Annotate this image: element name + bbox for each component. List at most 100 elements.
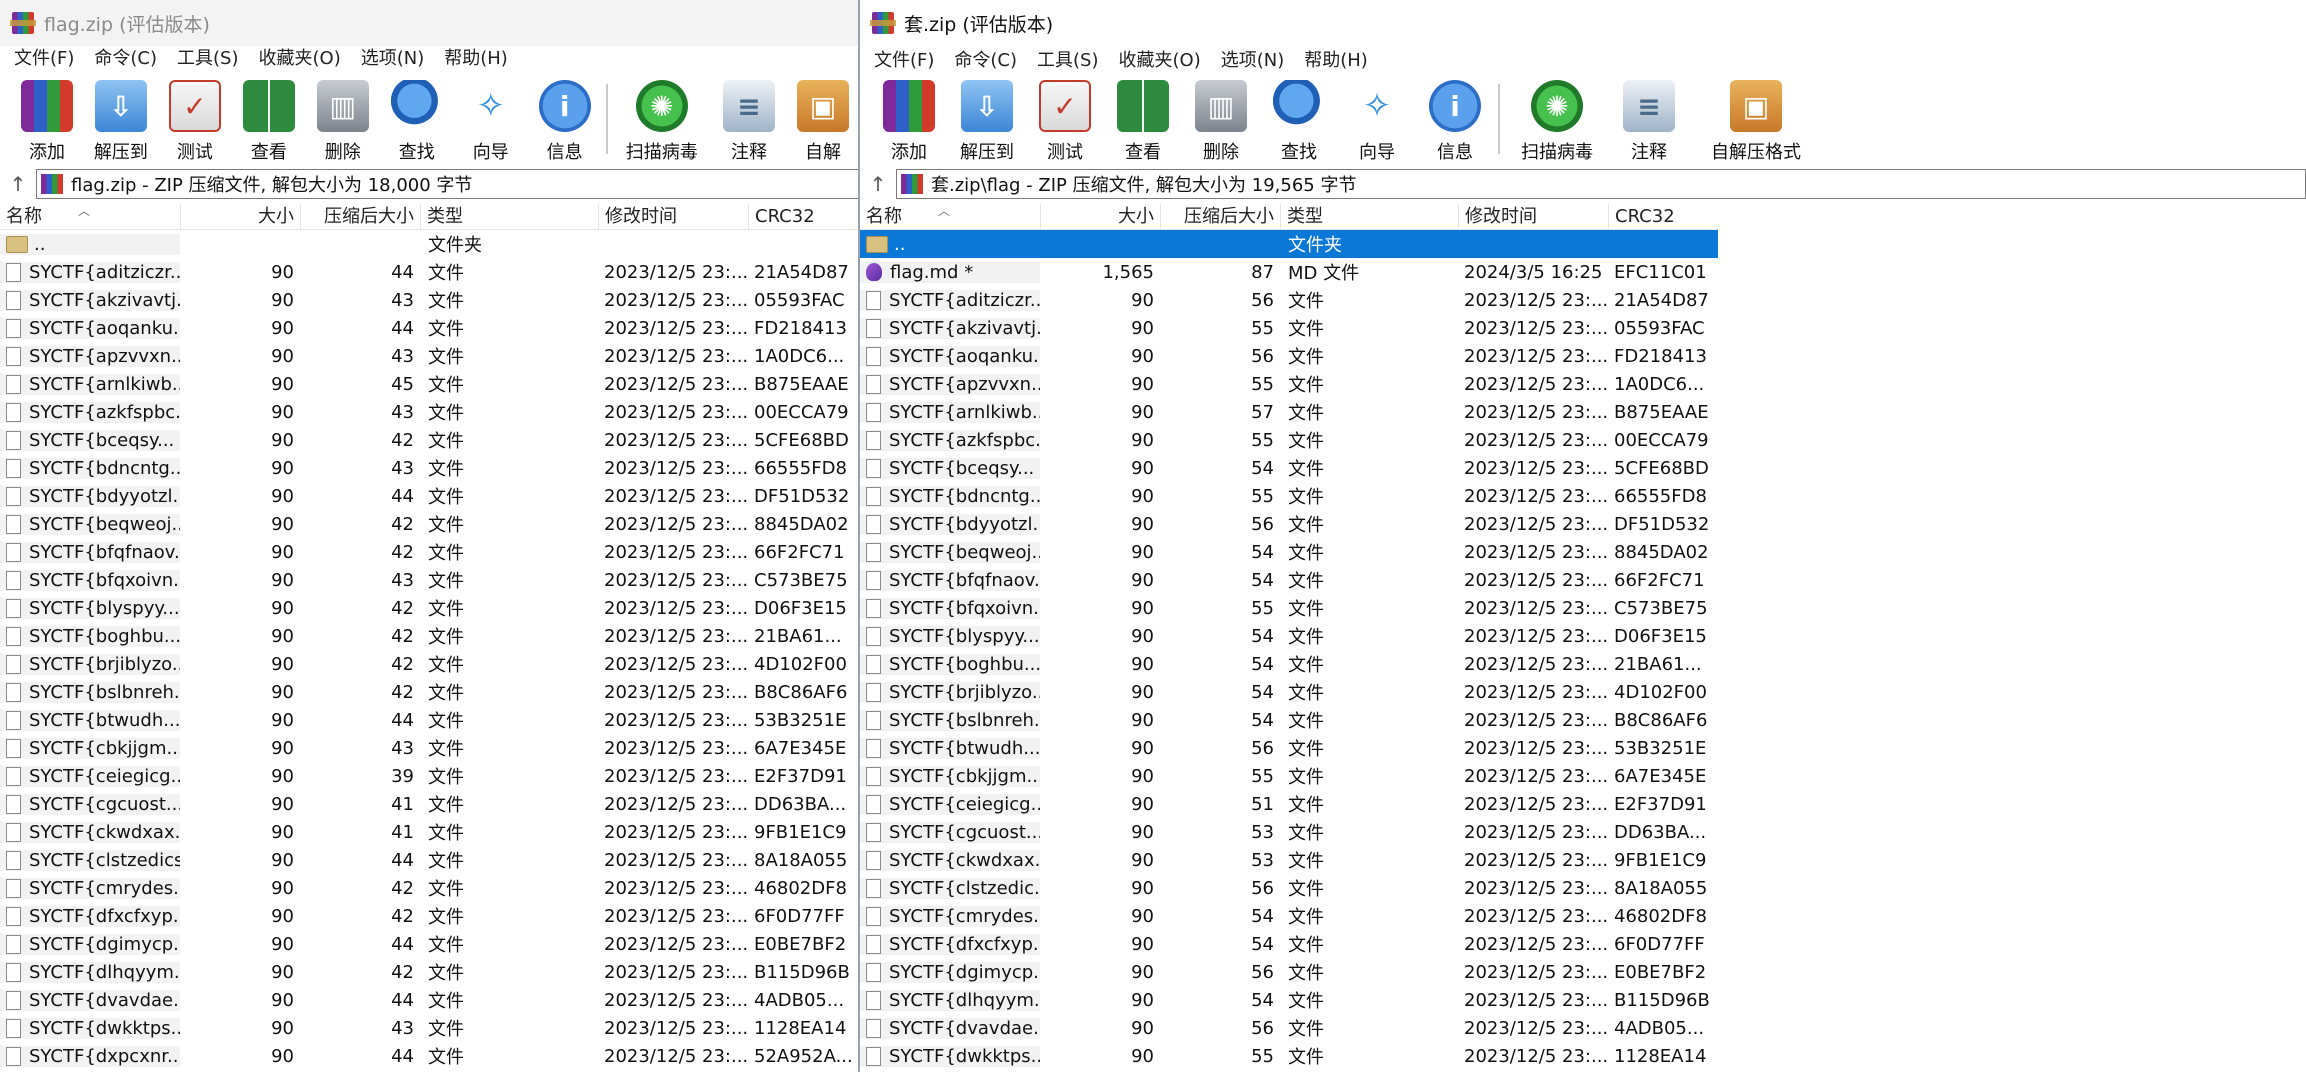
view-button[interactable]: 查看 [1104,78,1182,164]
file-row[interactable]: SYCTF{aoqanku... 90 44 文件 2023/12/5 23:... FD… [0,314,858,342]
menu-commands[interactable]: 命令(C) [944,46,1027,76]
wizard-button[interactable]: ✧ 向导 [454,78,528,164]
file-row[interactable]: SYCTF{bfqfnaov... 90 54 文件 2023/12/5 23:... 6… [860,566,1718,594]
file-row[interactable]: SYCTF{arnlkiwb... 90 45 文件 2023/12/5 23:... B… [0,370,858,398]
menu-file[interactable]: 文件(F) [4,44,84,74]
file-row[interactable]: SYCTF{dwkktps... 90 43 文件 2023/12/5 23:... 11… [0,1014,858,1042]
column-modified[interactable]: 修改时间 [598,203,748,230]
menu-favorites[interactable]: 收藏夹(O) [249,44,351,74]
file-row[interactable]: SYCTF{cgcuost... 90 41 文件 2023/12/5 23:... DD… [0,790,858,818]
menu-options[interactable]: 选项(N) [351,44,435,74]
file-row[interactable]: SYCTF{aditziczr... 90 56 文件 2023/12/5 23:...… [860,286,1718,314]
file-row[interactable]: SYCTF{dgimycp... 90 44 文件 2023/12/5 23:... E0… [0,930,858,958]
flag-md-row[interactable]: flag.md * 1,565 87 MD 文件 2024/3/5 16:25 … [860,258,1718,286]
title-bar[interactable]: 套.zip (评估版本) [860,0,2306,46]
file-row[interactable]: SYCTF{bceqsy... 90 54 文件 2023/12/5 23:... 5CF… [860,454,1718,482]
find-button[interactable]: 查找 [380,78,454,164]
menu-help[interactable]: 帮助(H) [434,44,518,74]
info-button[interactable]: i 信息 [528,78,602,164]
file-row[interactable]: SYCTF{dvavdae... 90 56 文件 2023/12/5 23:... 4A… [860,1014,1718,1042]
file-row[interactable]: SYCTF{dvavdae... 90 44 文件 2023/12/5 23:... 4A… [0,986,858,1014]
find-button[interactable]: 查找 [1260,78,1338,164]
file-row[interactable]: SYCTF{akzivavtj... 90 43 文件 2023/12/5 23:...… [0,286,858,314]
title-bar[interactable]: flag.zip (评估版本) [0,0,860,46]
file-row[interactable]: SYCTF{ckwdxax... 90 53 文件 2023/12/5 23:... 9F… [860,846,1718,874]
file-row[interactable]: SYCTF{bceqsy... 90 42 文件 2023/12/5 23:... 5CF… [0,426,858,454]
file-row[interactable]: SYCTF{apzvvxn... 90 43 文件 2023/12/5 23:... 1A… [0,342,858,370]
file-row[interactable]: SYCTF{bslbnreh... 90 42 文件 2023/12/5 23:... B… [0,678,858,706]
menu-favorites[interactable]: 收藏夹(O) [1109,46,1211,76]
parent-folder-row-selected[interactable]: .. 文件夹 [860,230,1718,258]
file-row[interactable]: SYCTF{cbkjjgm... 90 43 文件 2023/12/5 23:... 6A… [0,734,858,762]
menu-tools[interactable]: 工具(S) [1027,46,1108,76]
comment-button[interactable]: ≡ 注释 [712,78,786,164]
file-row[interactable]: SYCTF{boghbu... 90 54 文件 2023/12/5 23:... 21B… [860,650,1718,678]
file-row[interactable]: SYCTF{blyspyy... 90 42 文件 2023/12/5 23:... D0… [0,594,858,622]
file-row[interactable]: SYCTF{bdncntg... 90 43 文件 2023/12/5 23:... 66… [0,454,858,482]
column-packed-size[interactable]: 压缩后大小 [1160,203,1280,230]
file-row[interactable]: SYCTF{ceiegicg... 90 39 文件 2023/12/5 23:... E… [0,762,858,790]
file-row[interactable]: SYCTF{bslbnreh... 90 54 文件 2023/12/5 23:... B… [860,706,1718,734]
file-row[interactable]: SYCTF{beqweoj... 90 54 文件 2023/12/5 23:... 88… [860,538,1718,566]
file-row[interactable]: SYCTF{dfxcfxyp... 90 54 文件 2023/12/5 23:... 6… [860,930,1718,958]
menu-options[interactable]: 选项(N) [1211,46,1295,76]
wizard-button[interactable]: ✧ 向导 [1338,78,1416,164]
column-name[interactable]: 名称 ︿ [0,204,180,230]
file-row[interactable]: SYCTF{aoqanku... 90 56 文件 2023/12/5 23:... FD… [860,342,1718,370]
up-arrow-icon[interactable]: ↑ [0,172,36,196]
menu-tools[interactable]: 工具(S) [167,44,248,74]
file-row[interactable]: SYCTF{azkfspbc... 90 43 文件 2023/12/5 23:... 0… [0,398,858,426]
menu-help[interactable]: 帮助(H) [1294,46,1378,76]
file-row[interactable]: SYCTF{brjiblyzo... 90 42 文件 2023/12/5 23:...… [0,650,858,678]
file-row[interactable]: SYCTF{dgimycp... 90 56 文件 2023/12/5 23:... E0… [860,958,1718,986]
delete-button[interactable]: ▥ 删除 [306,78,380,164]
menu-commands[interactable]: 命令(C) [84,44,167,74]
address-field[interactable]: 套.zip\flag - ZIP 压缩文件, 解包大小为 19,565 字节 [896,169,2306,199]
add-button[interactable]: 添加 [870,78,948,164]
file-row[interactable]: SYCTF{clstzedic... 90 56 文件 2023/12/5 23:...… [860,874,1718,902]
column-size[interactable]: 大小 [180,203,300,230]
file-row[interactable]: SYCTF{bdncntg... 90 55 文件 2023/12/5 23:... 66… [860,482,1718,510]
file-row[interactable]: SYCTF{arnlkiwb... 90 57 文件 2023/12/5 23:... B… [860,398,1718,426]
file-row[interactable]: SYCTF{blyspyy... 90 54 文件 2023/12/5 23:... D0… [860,622,1718,650]
address-field[interactable]: flag.zip - ZIP 压缩文件, 解包大小为 18,000 字节 [36,169,860,199]
file-row[interactable]: SYCTF{bfqxoivn... 90 55 文件 2023/12/5 23:... C… [860,594,1718,622]
file-row[interactable]: SYCTF{cmrydes... 90 54 文件 2023/12/5 23:... 46… [860,902,1718,930]
file-row[interactable]: SYCTF{bdyyotzl... 90 56 文件 2023/12/5 23:... D… [860,510,1718,538]
sfx-button[interactable]: ▣ 自解 [786,78,860,164]
column-crc32[interactable]: CRC32 [748,203,858,230]
file-row[interactable]: SYCTF{bdyyotzl... 90 44 文件 2023/12/5 23:... D… [0,482,858,510]
test-button[interactable]: ✓ 测试 [158,78,232,164]
file-row[interactable]: SYCTF{dlhqyym... 90 42 文件 2023/12/5 23:... B1… [0,958,858,986]
column-packed-size[interactable]: 压缩后大小 [300,203,420,230]
extract-to-button[interactable]: ⇩ 解压到 [84,78,158,164]
file-row[interactable]: SYCTF{clstzedics} 90 44 文件 2023/12/5 23:... 8… [0,846,858,874]
file-row[interactable]: SYCTF{cgcuost... 90 53 文件 2023/12/5 23:... DD… [860,818,1718,846]
column-type[interactable]: 类型 [1280,203,1458,230]
file-row[interactable]: SYCTF{dxpcxnr... 90 44 文件 2023/12/5 23:... 52… [0,1042,858,1070]
extract-to-button[interactable]: ⇩ 解压到 [948,78,1026,164]
file-row[interactable]: SYCTF{ceiegicg... 90 51 文件 2023/12/5 23:... E… [860,790,1718,818]
virus-scan-button[interactable]: ✺ 扫描病毒 [1504,78,1610,164]
file-row[interactable]: SYCTF{bfqxoivn... 90 43 文件 2023/12/5 23:... C… [0,566,858,594]
file-row[interactable]: SYCTF{boghbu... 90 42 文件 2023/12/5 23:... 21B… [0,622,858,650]
column-type[interactable]: 类型 [420,203,598,230]
file-row[interactable]: SYCTF{btwudh... 90 44 文件 2023/12/5 23:... 53B… [0,706,858,734]
file-row[interactable]: SYCTF{btwudh... 90 56 文件 2023/12/5 23:... 53B… [860,734,1718,762]
file-row[interactable]: SYCTF{dlhqyym... 90 54 文件 2023/12/5 23:... B1… [860,986,1718,1014]
delete-button[interactable]: ▥ 删除 [1182,78,1260,164]
add-button[interactable]: 添加 [10,78,84,164]
comment-button[interactable]: ≡ 注释 [1610,78,1688,164]
column-modified[interactable]: 修改时间 [1458,203,1608,230]
column-name[interactable]: 名称 ︿ [860,204,1040,230]
file-row[interactable]: SYCTF{cmrydes... 90 42 文件 2023/12/5 23:... 46… [0,874,858,902]
column-size[interactable]: 大小 [1040,203,1160,230]
view-button[interactable]: 查看 [232,78,306,164]
file-row[interactable]: SYCTF{akzivavtj... 90 55 文件 2023/12/5 23:...… [860,314,1718,342]
file-row[interactable]: SYCTF{bfqfnaov... 90 42 文件 2023/12/5 23:... 6… [0,538,858,566]
file-row[interactable]: SYCTF{brjiblyzo... 90 54 文件 2023/12/5 23:...… [860,678,1718,706]
file-row[interactable]: SYCTF{ckwdxax... 90 41 文件 2023/12/5 23:... 9F… [0,818,858,846]
file-row[interactable]: SYCTF{azkfspbc... 90 55 文件 2023/12/5 23:... 0… [860,426,1718,454]
file-row[interactable]: SYCTF{dfxcfxyp... 90 42 文件 2023/12/5 23:... 6… [0,902,858,930]
file-row[interactable]: SYCTF{dwkktps... 90 55 文件 2023/12/5 23:... 11… [860,1042,1718,1070]
